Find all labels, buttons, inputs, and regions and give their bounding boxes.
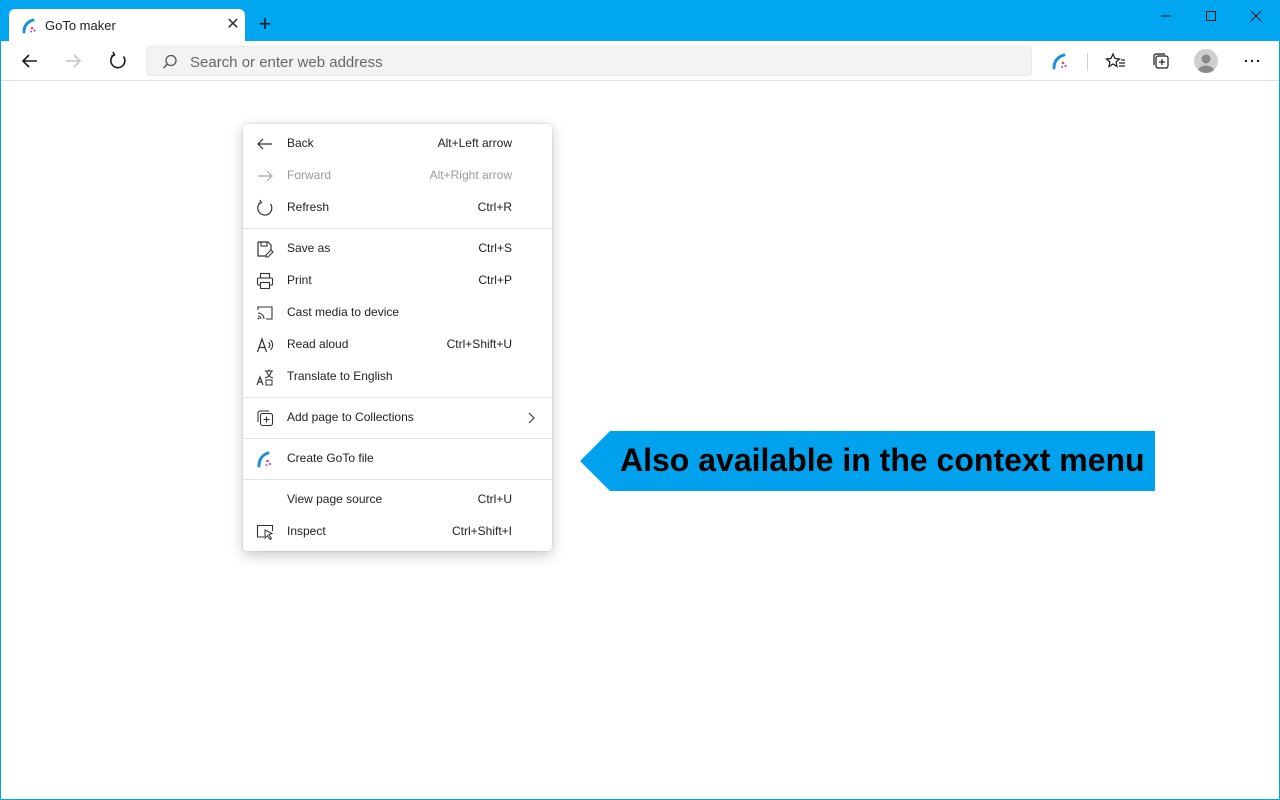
- menu-item-shortcut: Ctrl+P: [478, 273, 512, 287]
- address-input[interactable]: [190, 50, 1010, 74]
- callout-banner: Also available in the context menu: [580, 431, 1155, 491]
- menu-divider: [243, 438, 552, 439]
- menu-item-save-as[interactable]: Save as Ctrl+S: [243, 233, 552, 265]
- menu-item-label: Forward: [287, 168, 332, 182]
- refresh-icon: [257, 199, 273, 216]
- forward-arrow-icon[interactable]: [59, 47, 87, 75]
- menu-item-shortcut: Ctrl+U: [477, 492, 512, 506]
- profile-avatar[interactable]: [1194, 49, 1218, 73]
- goto-extension-icon: [257, 451, 272, 468]
- menu-item-translate[interactable]: Translate to English: [243, 361, 552, 393]
- menu-item-label: Inspect: [287, 524, 326, 538]
- menu-item-label: Refresh: [287, 200, 330, 214]
- menu-item-add-to-collections[interactable]: Add page to Collections: [243, 402, 552, 434]
- tab-goto-maker[interactable]: GoTo maker ✕: [9, 9, 245, 42]
- collections-icon: [257, 410, 274, 427]
- navigation-toolbar: [1, 41, 1279, 81]
- menu-item-label: Translate to English: [287, 369, 393, 383]
- menu-item-inspect[interactable]: Inspect Ctrl+Shift+I: [243, 516, 552, 548]
- menu-item-shortcut: Ctrl+Shift+U: [446, 337, 512, 351]
- chevron-right-icon: [528, 412, 535, 424]
- menu-divider: [243, 228, 552, 229]
- menu-item-cast-media[interactable]: Cast media to device: [243, 297, 552, 329]
- menu-item-shortcut: Alt+Left arrow: [437, 136, 512, 150]
- refresh-icon[interactable]: [104, 47, 132, 75]
- toolbar-divider: [1087, 53, 1088, 71]
- menu-item-label: View page source: [287, 492, 383, 506]
- close-window-icon[interactable]: [1241, 5, 1271, 29]
- menu-divider: [243, 397, 552, 398]
- back-arrow-icon: [257, 138, 272, 150]
- menu-item-label: Add page to Collections: [287, 410, 414, 424]
- context-menu: Back Alt+Left arrow Forward Alt+Right ar…: [243, 124, 552, 551]
- menu-item-shortcut: Ctrl+S: [478, 241, 512, 255]
- menu-item-label: Cast media to device: [287, 305, 400, 319]
- title-bar: GoTo maker ✕ +: [1, 1, 1279, 42]
- menu-item-label: Back: [287, 136, 314, 150]
- read-aloud-icon: [256, 337, 274, 353]
- new-tab-button[interactable]: +: [253, 13, 277, 37]
- menu-item-label: Create GoTo file: [287, 451, 374, 465]
- menu-item-back[interactable]: Back Alt+Left arrow: [243, 128, 552, 160]
- more-options-icon[interactable]: [1238, 47, 1266, 75]
- favorites-icon[interactable]: [1102, 47, 1130, 75]
- back-arrow-icon[interactable]: [16, 47, 44, 75]
- save-as-icon: [257, 241, 274, 258]
- minimize-icon[interactable]: [1151, 5, 1181, 29]
- maximize-icon[interactable]: [1196, 5, 1226, 29]
- menu-item-shortcut: Ctrl+Shift+I: [451, 524, 512, 538]
- goto-favicon-icon: [22, 18, 36, 34]
- menu-item-label: Save as: [287, 241, 331, 255]
- menu-item-print[interactable]: Print Ctrl+P: [243, 265, 552, 297]
- callout-text: Also available in the context menu: [620, 442, 1145, 478]
- browser-window: GoTo maker ✕ + Search or enter web addre…: [0, 0, 1280, 800]
- forward-arrow-icon: [258, 170, 273, 182]
- menu-item-shortcut: Alt+Right arrow: [429, 168, 512, 182]
- menu-divider: [243, 479, 552, 480]
- collections-icon[interactable]: [1147, 47, 1175, 75]
- menu-item-create-goto-file[interactable]: Create GoTo file: [243, 443, 552, 475]
- address-bar[interactable]: [146, 46, 1032, 76]
- cast-icon: [257, 306, 273, 320]
- menu-item-view-page-source[interactable]: View page source Ctrl+U: [243, 484, 552, 516]
- search-icon: [163, 54, 177, 69]
- translate-icon: [256, 369, 274, 386]
- printer-icon: [256, 272, 274, 290]
- tab-close-icon[interactable]: ✕: [223, 15, 243, 35]
- tab-title: GoTo maker: [45, 18, 116, 33]
- inspect-icon: [256, 524, 274, 541]
- person-icon: [1198, 54, 1214, 73]
- menu-item-refresh[interactable]: Refresh Ctrl+R: [243, 192, 552, 224]
- menu-item-forward[interactable]: Forward Alt+Right arrow: [243, 160, 552, 192]
- menu-item-label: Print: [287, 273, 312, 287]
- goto-extension-icon[interactable]: [1046, 47, 1074, 75]
- menu-item-label: Read aloud: [287, 337, 349, 351]
- menu-item-read-aloud[interactable]: Read aloud Ctrl+Shift+U: [243, 329, 552, 361]
- menu-item-shortcut: Ctrl+R: [477, 200, 512, 214]
